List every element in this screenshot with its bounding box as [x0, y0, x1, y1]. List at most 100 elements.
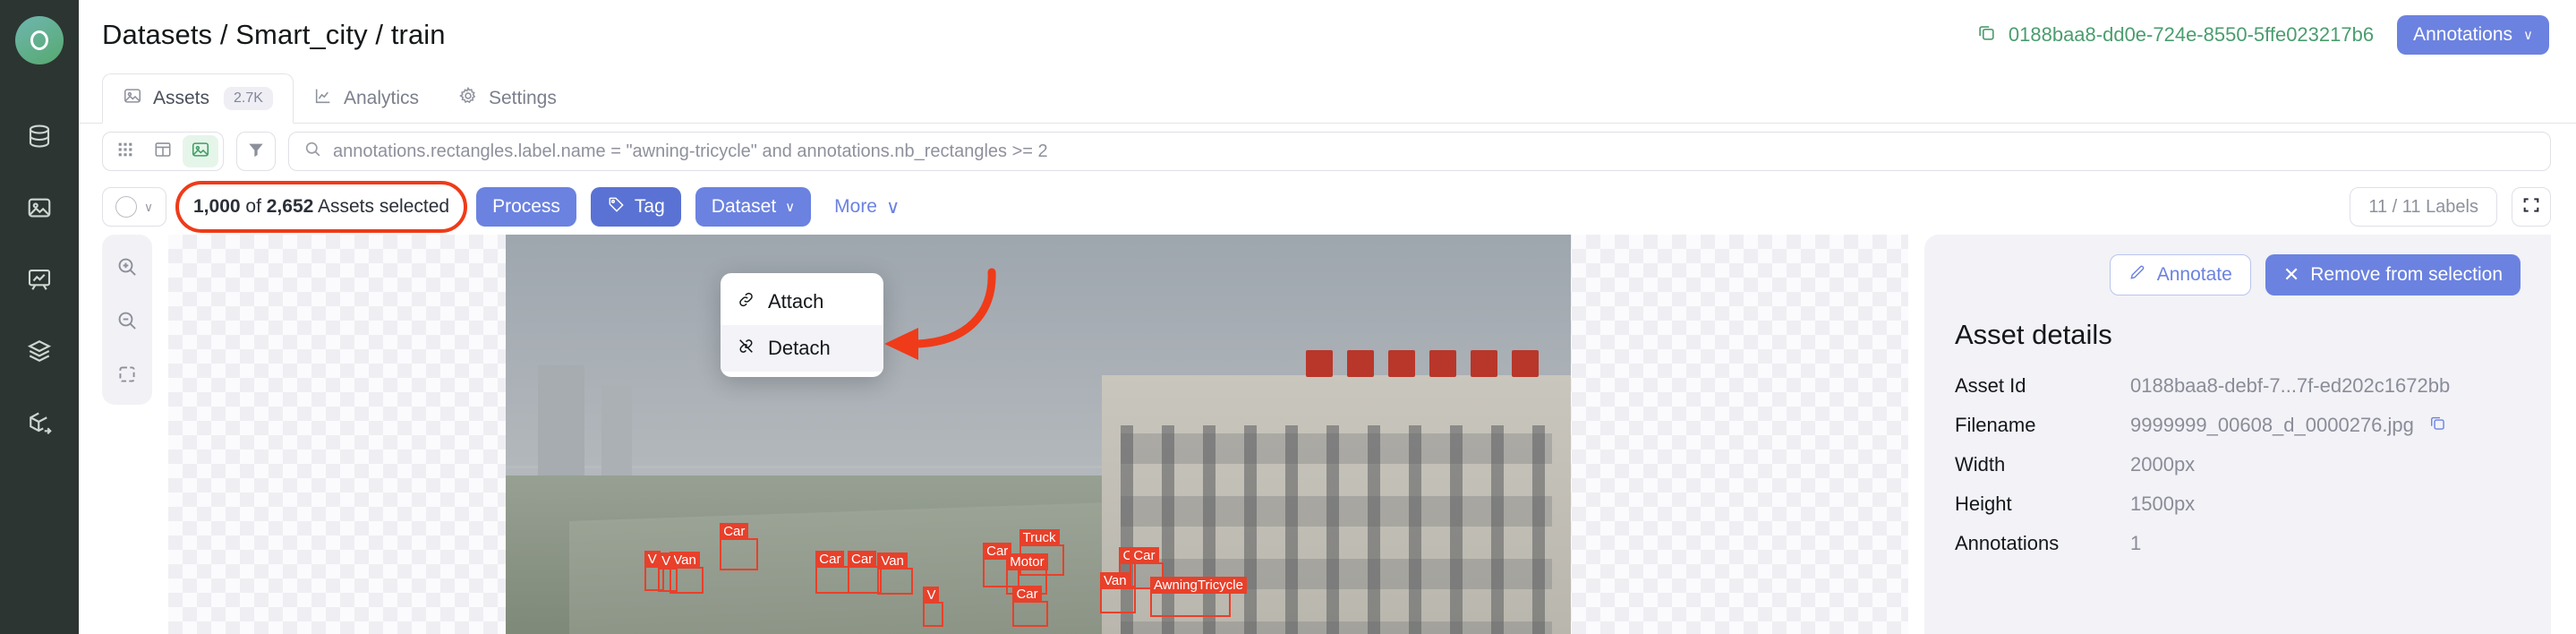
- asset-detail-value-text: 1500px: [2130, 493, 2196, 515]
- tag-button[interactable]: Tag: [590, 187, 681, 227]
- sidebar-item-datasets[interactable]: [0, 102, 79, 174]
- annotation-label: V: [658, 552, 675, 570]
- annotation-label: Car: [1130, 547, 1159, 565]
- viewer-body: Car Van V V Car Car Van Car Truck Motor C Car Van Car…: [79, 235, 2576, 634]
- menu-item-attach[interactable]: Attach: [721, 278, 883, 325]
- dataset-uuid-group[interactable]: 0188baa8-dd0e-724e-8550-5ffe023217b6: [1976, 22, 2374, 47]
- app-logo[interactable]: [15, 16, 64, 64]
- database-icon: [26, 123, 53, 154]
- table-view-button[interactable]: [145, 135, 181, 167]
- more-button[interactable]: More ∨: [825, 196, 908, 218]
- app-root: Datasets / Smart_city / train 0188baa8-d…: [0, 0, 2576, 634]
- zoom-in-button[interactable]: [107, 249, 147, 288]
- asset-image[interactable]: Car Van V V Car Car Van Car Truck Motor C Car Van Car…: [506, 235, 1571, 634]
- annotate-button-label: Annotate: [2156, 264, 2232, 285]
- presentation-chart-icon: [26, 266, 53, 297]
- annotation-label: AwningTricycle: [1149, 576, 1247, 594]
- copy-icon[interactable]: [2428, 414, 2446, 437]
- selection-count-selected: 1,000: [193, 196, 241, 217]
- annotation-label: Van: [670, 551, 700, 569]
- grid-view-button[interactable]: [107, 135, 143, 167]
- circle-logo-icon: [30, 30, 48, 50]
- zoom-in-icon: [115, 255, 139, 283]
- annotations-dropdown-button[interactable]: Annotations ∨: [2397, 14, 2549, 55]
- asset-detail-value: 9999999_00608_d_0000276.jpg: [2130, 414, 2446, 437]
- menu-item-attach-label: Attach: [768, 290, 824, 313]
- copy-icon[interactable]: [1976, 22, 1996, 47]
- annotation-label: V: [923, 586, 940, 604]
- process-button[interactable]: Process: [476, 187, 576, 227]
- annotation-box[interactable]: Car: [815, 550, 850, 594]
- remove-from-selection-button[interactable]: ✕ Remove from selection: [2265, 254, 2521, 296]
- view-mode-group: [102, 132, 224, 171]
- asset-detail-value-text: 9999999_00608_d_0000276.jpg: [2130, 414, 2414, 436]
- asset-detail-value-text: 1: [2130, 532, 2142, 554]
- annotation-box[interactable]: V: [658, 552, 678, 592]
- annotation-label: Truck: [1019, 529, 1060, 547]
- asset-detail-value: 2000px: [2130, 453, 2195, 476]
- annotations-button-label: Annotations: [2413, 23, 2513, 45]
- image-canvas[interactable]: Car Van V V Car Car Van Car Truck Motor C Car Van Car…: [168, 235, 1908, 634]
- sidebar-item-assets[interactable]: [0, 174, 79, 245]
- tab-assets[interactable]: Assets 2.7K: [102, 73, 294, 124]
- asset-detail-value: 1500px: [2130, 493, 2195, 516]
- annotation-label: Van: [1100, 572, 1130, 590]
- tab-settings[interactable]: Settings: [439, 73, 576, 124]
- filter-button[interactable]: [236, 132, 276, 171]
- tag-icon: [607, 195, 626, 219]
- asset-detail-value-text: 2000px: [2130, 453, 2196, 476]
- select-all-dropdown[interactable]: ∨: [102, 187, 166, 227]
- labels-counter[interactable]: 11 / 11 Labels: [2350, 187, 2497, 227]
- sidebar-item-models[interactable]: [0, 317, 79, 389]
- box-arrow-icon: [26, 409, 53, 441]
- asset-detail-row: Width 2000px: [1955, 453, 2521, 476]
- close-icon: ✕: [2282, 263, 2300, 286]
- annotation-label: Motor: [1006, 553, 1048, 570]
- main-column: Datasets / Smart_city / train 0188baa8-d…: [79, 0, 2576, 634]
- asset-detail-key: Height: [1955, 493, 2012, 515]
- remove-button-label: Remove from selection: [2310, 264, 2503, 285]
- annotation-box[interactable]: Van: [877, 552, 913, 595]
- selection-toolbar: ∨ 1,000 of 2,652 Assets selected Process…: [79, 179, 2576, 235]
- annotation-label: Van: [877, 552, 908, 570]
- image-icon: [191, 140, 210, 164]
- annotation-box[interactable]: AwningTricycle: [1149, 576, 1247, 617]
- dataset-uuid: 0188baa8-dd0e-724e-8550-5ffe023217b6: [2008, 22, 2375, 46]
- annotation-label: Car: [815, 550, 845, 568]
- asset-detail-value: 0188baa8-debf-7...7f-ed202c1672bb: [2130, 374, 2450, 398]
- asset-detail-value-text: 0188baa8-debf-7...7f-ed202c1672bb: [2130, 374, 2451, 397]
- tab-analytics[interactable]: Analytics: [294, 73, 439, 124]
- fullscreen-icon: [2521, 195, 2541, 219]
- sidebar-item-analytics[interactable]: [0, 245, 79, 317]
- search-toolbar: annotations.rectangles.label.name = "awn…: [79, 124, 2576, 179]
- tag-dropdown-menu[interactable]: Attach Detach: [721, 273, 883, 377]
- asset-detail-key: Annotations: [1955, 532, 2060, 554]
- zoom-out-icon: [115, 309, 139, 337]
- chevron-down-icon: ∨: [143, 199, 154, 214]
- annotation-box[interactable]: V: [923, 586, 944, 627]
- layers-icon: [26, 338, 53, 369]
- menu-item-detach[interactable]: Detach: [721, 325, 883, 372]
- search-input[interactable]: annotations.rectangles.label.name = "awn…: [288, 132, 2551, 171]
- search-input-value: annotations.rectangles.label.name = "awn…: [333, 141, 1048, 161]
- more-button-label: More: [834, 196, 877, 217]
- dataset-button-label: Dataset: [711, 196, 777, 217]
- sidebar-item-deploy[interactable]: [0, 389, 79, 460]
- breadcrumb: Datasets / Smart_city / train: [102, 18, 446, 50]
- fullscreen-button[interactable]: [2512, 187, 2551, 227]
- annotation-box[interactable]: Car: [720, 522, 759, 571]
- annotation-box[interactable]: Car: [1012, 585, 1048, 627]
- fit-screen-icon: [115, 363, 139, 390]
- image-icon: [26, 194, 53, 226]
- annotation-box[interactable]: Van: [1100, 572, 1137, 614]
- zoom-out-button[interactable]: [107, 303, 147, 342]
- image-view-button[interactable]: [183, 135, 218, 167]
- annotate-button[interactable]: Annotate: [2109, 254, 2251, 296]
- menu-item-detach-label: Detach: [768, 337, 831, 359]
- link-icon: [737, 290, 755, 314]
- tab-assets-label: Assets: [153, 88, 210, 108]
- dataset-button[interactable]: Dataset ∨: [695, 187, 812, 227]
- asset-details-rows: Asset Id 0188baa8-debf-7...7f-ed202c1672b…: [1955, 374, 2521, 555]
- pencil-icon: [2128, 263, 2146, 287]
- fit-screen-button[interactable]: [107, 356, 147, 396]
